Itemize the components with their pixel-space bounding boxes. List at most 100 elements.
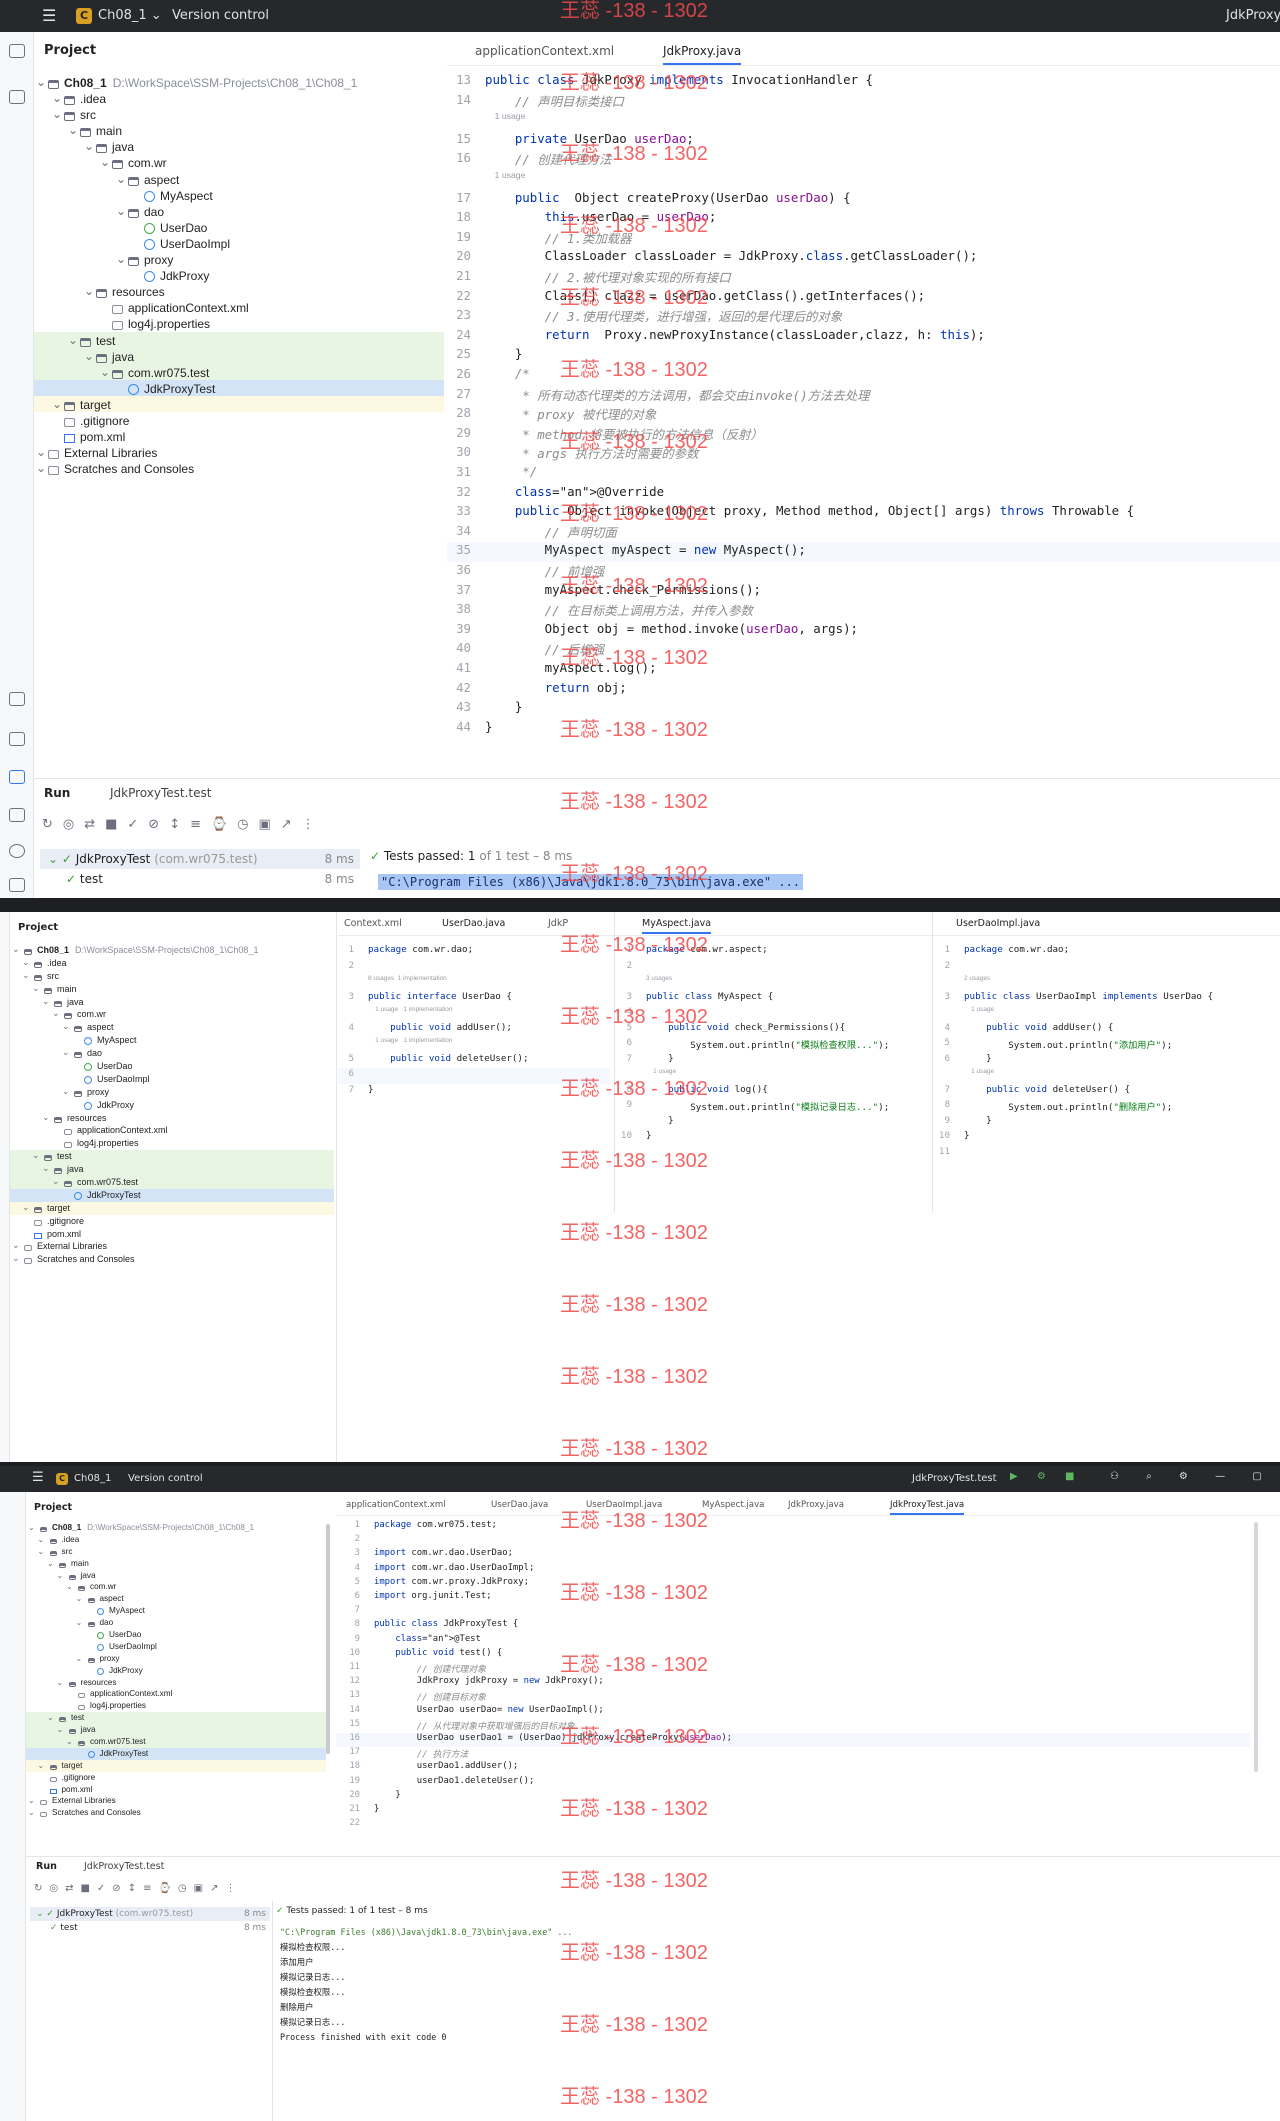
project-tool-icon[interactable]: [9, 44, 25, 58]
chevron-icon[interactable]: ⌄: [52, 1008, 60, 1019]
tree-item-java[interactable]: ⌄ java: [26, 1724, 326, 1737]
chevron-icon[interactable]: ⌄: [42, 996, 50, 1007]
build-tool-icon[interactable]: [9, 732, 25, 746]
tree-item-userdao[interactable]: UserDao: [10, 1060, 334, 1073]
tree-scrollbar[interactable]: [326, 1524, 330, 1754]
chevron-icon[interactable]: ⌄: [52, 397, 62, 411]
chevron-icon[interactable]: ⌄: [57, 1724, 64, 1734]
tree-item-myaspect[interactable]: MyAspect: [34, 187, 444, 203]
chevron-icon[interactable]: ⌄: [32, 983, 40, 994]
tree-item-com-wr075-test[interactable]: ⌄ com.wr075.test: [34, 363, 444, 380]
tree-item-myaspect[interactable]: MyAspect: [10, 1034, 334, 1047]
tree-item-com-wr075-test[interactable]: ⌄ com.wr075.test: [26, 1736, 326, 1748]
tree-item-dao[interactable]: ⌄ dao: [26, 1617, 326, 1629]
tree-item-applicationcontext-xml[interactable]: applicationContext.xml: [26, 1688, 326, 1700]
run-tool-icon[interactable]: [9, 770, 25, 784]
tab-userdaoimpl-java[interactable]: UserDaoImpl.java: [956, 918, 1040, 929]
chevron-icon[interactable]: ⌄: [68, 123, 78, 137]
tree-item-applicationcontext-xml[interactable]: applicationContext.xml: [34, 299, 444, 315]
tree-item-java[interactable]: ⌄ java: [34, 347, 444, 364]
chevron-icon[interactable]: ⌄: [76, 1593, 83, 1603]
tree-item-scratches-and-consoles[interactable]: ⌄ Scratches and Consoles: [26, 1807, 326, 1819]
chevron-icon[interactable]: ⌄: [52, 107, 62, 121]
tree-item-jdkproxy[interactable]: JdkProxy: [26, 1665, 326, 1677]
jdkproxytest-editor[interactable]: 1 package com.wr075.test; 2 3 import com.wr.…: [336, 1520, 1250, 1830]
tree-item-com-wr[interactable]: ⌄ com.wr: [10, 1008, 334, 1021]
chevron-icon[interactable]: ⌄: [12, 1253, 20, 1264]
chevron-icon[interactable]: ⌄: [22, 1202, 30, 1213]
terminal-tool-icon[interactable]: [9, 808, 25, 822]
tree-item-main[interactable]: ⌄ main: [10, 983, 334, 996]
chevron-icon[interactable]: ⌄: [62, 1047, 70, 1058]
tree-item-pom-xml[interactable]: pom.xml: [10, 1228, 334, 1241]
tree-item-resources[interactable]: ⌄ resources: [26, 1677, 326, 1689]
chevron-icon[interactable]: ⌄: [28, 1522, 35, 1532]
tree-item-external-libraries[interactable]: ⌄ External Libraries: [34, 444, 444, 460]
chevron-icon[interactable]: ⌄: [28, 1807, 35, 1817]
tree-item-dao[interactable]: ⌄ dao: [10, 1047, 334, 1060]
test-tree-root[interactable]: ⌄ ✓ JdkProxyTest (com.wr075.test) 8 ms: [40, 849, 360, 869]
chevron-icon[interactable]: ⌄: [62, 1021, 70, 1032]
chevron-icon[interactable]: ⌄: [36, 461, 46, 475]
tree-item-jdkproxytest[interactable]: JdkProxyTest: [10, 1188, 334, 1202]
tree-item-myaspect[interactable]: MyAspect: [26, 1605, 326, 1617]
tree-item-java[interactable]: ⌄ java: [10, 1163, 334, 1177]
tree-item-src[interactable]: ⌄ src: [34, 106, 444, 122]
vcs-menu[interactable]: Version control: [128, 1473, 203, 1484]
tab-applicationcontext-xml[interactable]: Context.xml: [344, 918, 402, 929]
tree-item-idea[interactable]: ⌄ .idea: [34, 90, 444, 106]
chevron-icon[interactable]: ⌄: [100, 365, 110, 379]
run-title[interactable]: Run: [44, 786, 70, 800]
test-tree-child[interactable]: ✓ test 8 ms: [30, 1921, 270, 1935]
chevron-icon[interactable]: ⌄: [62, 1086, 70, 1097]
run-config-tab[interactable]: JdkProxyTest.test: [110, 786, 211, 800]
chevron-icon[interactable]: ⌄: [36, 75, 46, 89]
tree-item-dao[interactable]: ⌄ dao: [34, 203, 444, 219]
chevron-icon[interactable]: ⌄: [47, 1558, 54, 1568]
project-panel-title[interactable]: Project: [18, 922, 58, 933]
chevron-icon[interactable]: ⌄: [116, 204, 126, 218]
chevron-icon[interactable]: ⌄: [32, 1150, 40, 1161]
tree-item-log4j-properties[interactable]: log4j.properties: [10, 1137, 334, 1150]
chevron-icon[interactable]: ⌄: [42, 1112, 50, 1123]
chevron-icon[interactable]: ⌄: [22, 957, 30, 968]
tree-item-proxy[interactable]: ⌄ proxy: [26, 1653, 326, 1665]
editor-scrollbar[interactable]: [1254, 1522, 1258, 1772]
tree-item-jdkproxy[interactable]: JdkProxy: [10, 1099, 334, 1112]
chevron-icon[interactable]: ⌄: [52, 91, 62, 105]
tree-item-pom-xml[interactable]: pom.xml: [34, 428, 444, 444]
problems-tool-icon[interactable]: [9, 844, 25, 858]
tab-applicationcontext-xml[interactable]: applicationContext.xml: [475, 44, 614, 58]
tree-item-jdkproxytest[interactable]: JdkProxyTest: [26, 1747, 326, 1760]
tree-item-java[interactable]: ⌄ java: [26, 1570, 326, 1582]
tree-item-gitignore[interactable]: .gitignore: [26, 1772, 326, 1784]
tab-jdkproxy-java[interactable]: JdkProxy.java: [788, 1500, 844, 1510]
project-switcher[interactable]: C Ch08_1 ⌄: [76, 8, 162, 24]
tree-item-test[interactable]: ⌄ test: [10, 1150, 334, 1164]
run-controls[interactable]: ▶ ⚙ ■: [1010, 1471, 1082, 1482]
tree-item-external-libraries[interactable]: ⌄ External Libraries: [10, 1240, 334, 1253]
tree-item-aspect[interactable]: ⌄ aspect: [26, 1593, 326, 1605]
test-tree-root[interactable]: ⌄ ✓ JdkProxyTest (com.wr075.test) 8 ms: [30, 1907, 270, 1921]
tree-item-target[interactable]: ⌄ target: [26, 1759, 326, 1772]
tree-item-src[interactable]: ⌄ src: [10, 970, 334, 983]
tab-jdkproxy-java[interactable]: JdkProxy.java: [663, 44, 742, 65]
console-output[interactable]: "C:\Program Files (x86)\Java\jdk1.8.0_73…: [280, 1925, 572, 2045]
tab-applicationcontext-xml[interactable]: applicationContext.xml: [346, 1500, 446, 1510]
git-tool-icon[interactable]: [9, 878, 25, 892]
tree-item-userdao[interactable]: UserDao: [34, 219, 444, 235]
tree-item-main[interactable]: ⌄ main: [26, 1558, 326, 1570]
tree-item-ch08-1[interactable]: ⌄ Ch08_1 D:\WorkSpace\SSM-Projects\Ch08_1\…: [10, 944, 334, 957]
tree-item-gitignore[interactable]: .gitignore: [34, 412, 444, 428]
chevron-icon[interactable]: ⌄: [42, 1163, 50, 1174]
tree-item-java[interactable]: ⌄ java: [10, 996, 334, 1009]
tree-item-idea[interactable]: ⌄ .idea: [10, 957, 334, 970]
tree-item-external-libraries[interactable]: ⌄ External Libraries: [26, 1795, 326, 1807]
chevron-icon[interactable]: ⌄: [76, 1617, 83, 1627]
tree-item-jdkproxy[interactable]: JdkProxy: [34, 267, 444, 283]
tree-item-idea[interactable]: ⌄ .idea: [26, 1534, 326, 1546]
tree-item-userdao[interactable]: UserDao: [26, 1629, 326, 1641]
userdaoimpl-editor-pane[interactable]: 1 package com.wr.dao; 2 2 usages 3 public cla…: [934, 944, 1280, 1444]
chevron-icon[interactable]: ⌄: [116, 252, 126, 266]
chevron-icon[interactable]: ⌄: [100, 155, 110, 169]
